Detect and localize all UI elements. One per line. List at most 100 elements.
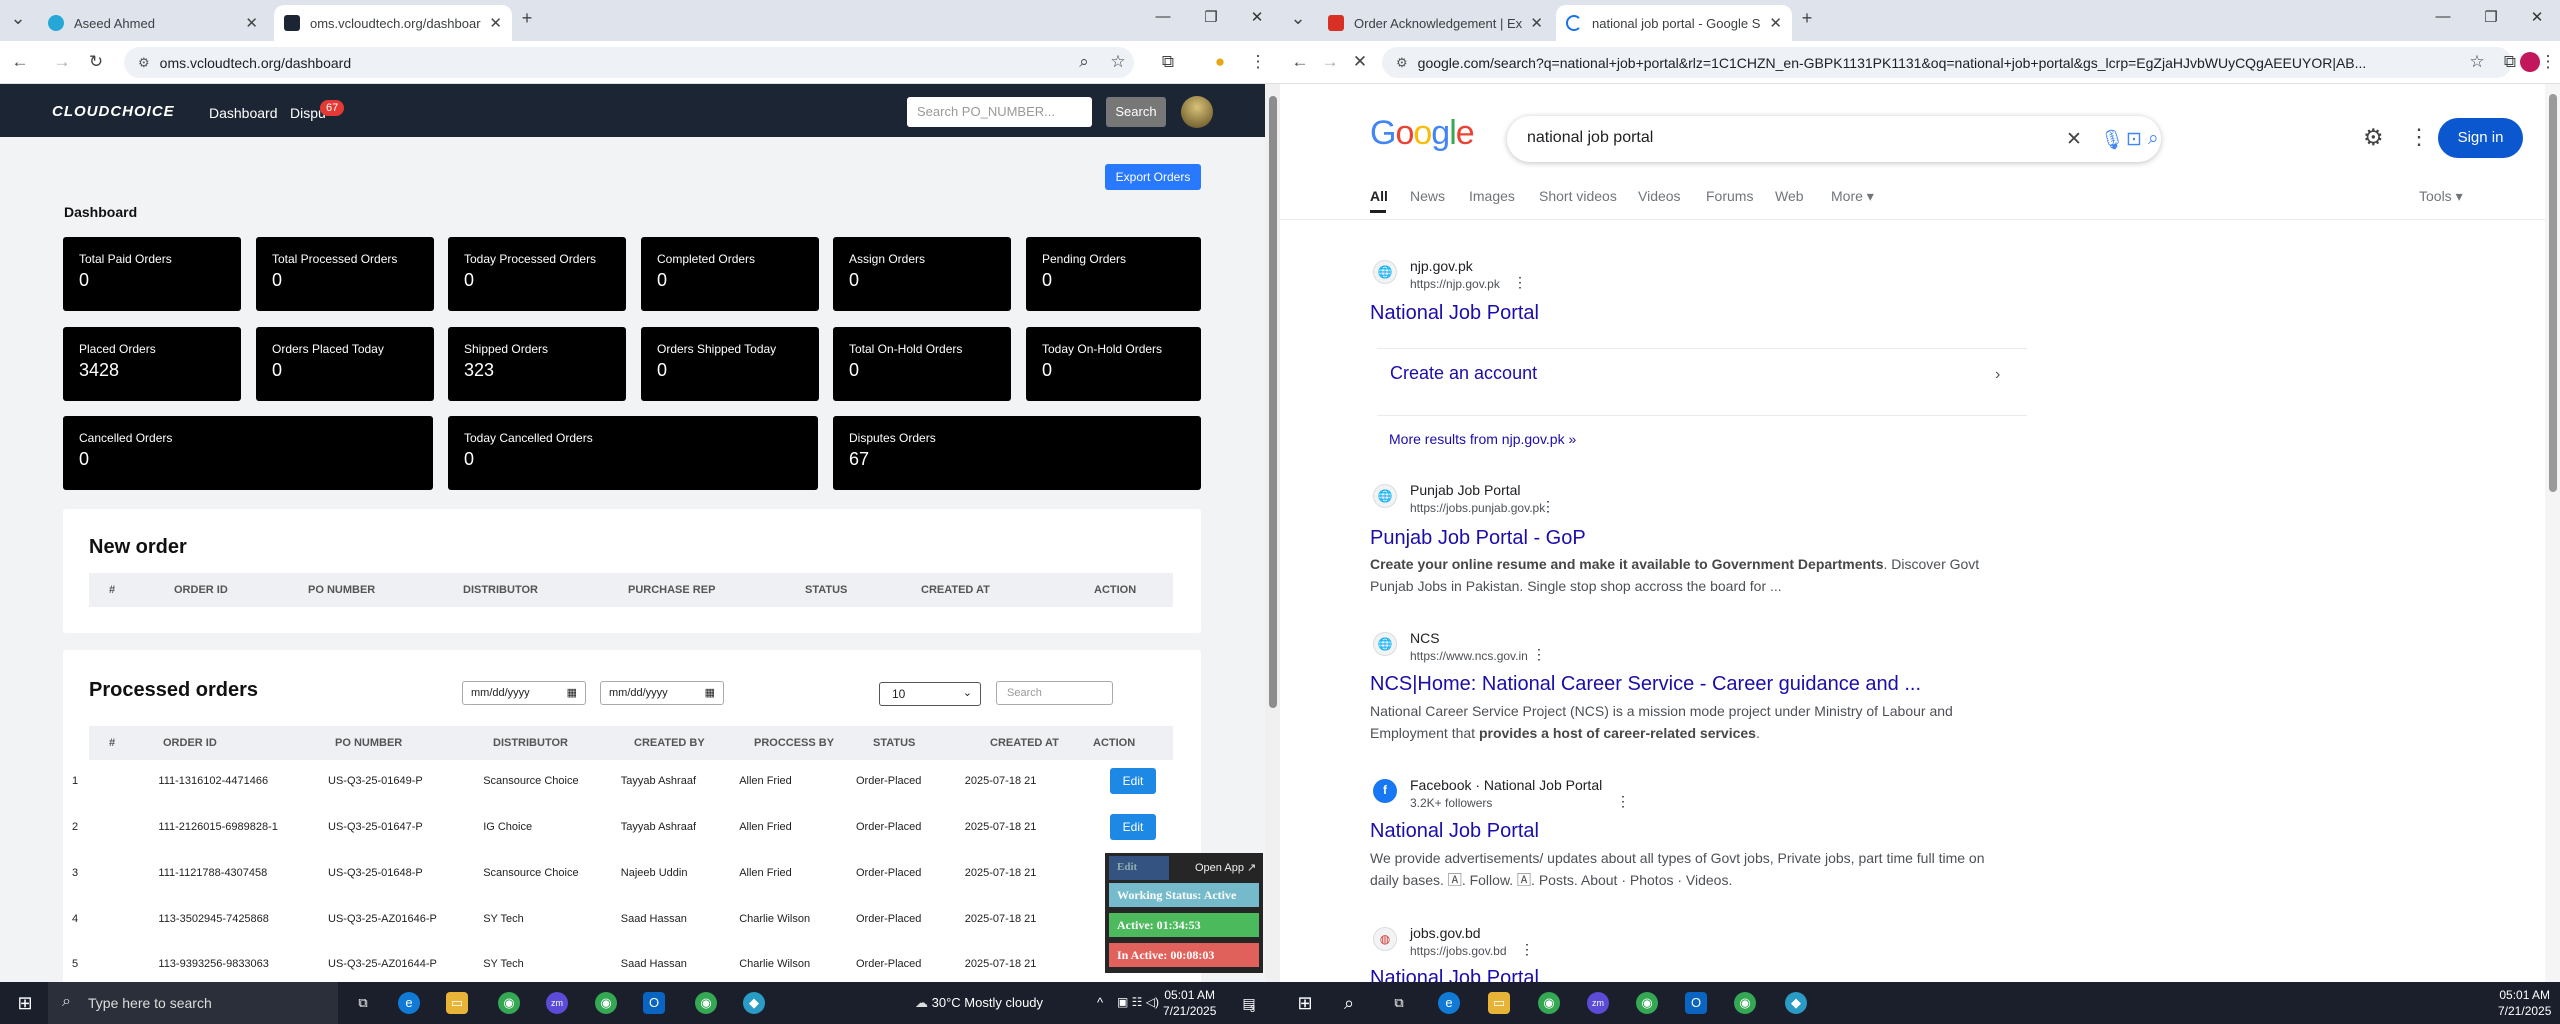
more-options-icon[interactable]: ⋮: [1520, 941, 1534, 958]
result-url[interactable]: https://jobs.punjab.gov.pk: [1410, 501, 1545, 515]
more-options-icon[interactable]: ⋮: [1513, 274, 1527, 291]
export-orders-button[interactable]: Export Orders: [1105, 164, 1201, 190]
tab-images[interactable]: Images: [1469, 188, 1515, 204]
reload-icon[interactable]: ↻: [84, 51, 108, 73]
clear-search-icon[interactable]: ✕: [2066, 128, 2082, 151]
windows-start-icon[interactable]: ⊞: [14, 992, 36, 1014]
settings-gear-icon[interactable]: ⚙: [2363, 124, 2384, 151]
notification-icon[interactable]: ▤: [1238, 992, 1260, 1014]
page-scrollbar[interactable]: [1265, 84, 1280, 982]
edge-icon[interactable]: e: [1438, 992, 1460, 1014]
back-arrow-icon[interactable]: ←: [8, 51, 32, 73]
zoom-search-icon[interactable]: ⌕: [1072, 51, 1096, 73]
edge-icon[interactable]: e: [398, 992, 420, 1014]
chrome-icon[interactable]: ◉: [1538, 992, 1560, 1014]
scrollbar-thumb[interactable]: [2549, 94, 2557, 492]
edit-button[interactable]: Edit: [1110, 768, 1156, 794]
taskbar-search-box[interactable]: ⌕ Type here to search: [48, 982, 338, 1024]
result-url[interactable]: https://www.ncs.gov.in: [1410, 649, 1528, 663]
tab-search-chevron-icon[interactable]: ⌄: [1286, 8, 1310, 29]
result-title-jobs-bd[interactable]: National Job Portal: [1370, 967, 1539, 982]
tools-menu[interactable]: Tools ▾: [2419, 188, 2463, 205]
calendar-icon[interactable]: ▦: [705, 686, 715, 699]
minimize-icon[interactable]: —: [1148, 8, 1178, 25]
tab-short-videos[interactable]: Short videos: [1539, 188, 1617, 204]
tab-web[interactable]: Web: [1775, 188, 1804, 204]
table-search-input[interactable]: Search: [996, 681, 1113, 705]
task-view-icon[interactable]: ⧉: [352, 992, 374, 1014]
google-search-box[interactable]: national job portal: [1507, 116, 2161, 162]
extensions-icon[interactable]: ⧉: [1156, 51, 1180, 73]
chrome-icon[interactable]: ◉: [1636, 992, 1658, 1014]
result-title-njp[interactable]: National Job Portal: [1370, 302, 1539, 325]
windows-start-icon[interactable]: ⊞: [1294, 992, 1316, 1014]
edit-button[interactable]: Edit: [1110, 814, 1156, 840]
file-explorer-icon[interactable]: ▭: [446, 992, 468, 1014]
more-options-icon[interactable]: ⋮: [1541, 498, 1555, 515]
close-tab-icon[interactable]: ✕: [245, 14, 258, 32]
tab-forums[interactable]: Forums: [1706, 188, 1753, 204]
bookmark-star-icon[interactable]: ☆: [1106, 51, 1130, 73]
tray-chevron-icon[interactable]: ^: [1097, 995, 1103, 1010]
stop-loading-icon[interactable]: ✕: [1348, 51, 1372, 73]
weather-widget[interactable]: ☁ 30°C Mostly cloudy: [915, 995, 1043, 1011]
google-logo[interactable]: Google: [1370, 114, 1475, 153]
chrome-icon[interactable]: ◉: [498, 992, 520, 1014]
site-info-icon[interactable]: ⚙: [1396, 55, 1408, 71]
tab-more[interactable]: More ▾: [1831, 188, 1874, 205]
minimize-icon[interactable]: —: [2428, 8, 2458, 25]
more-options-icon[interactable]: ⋮: [1616, 793, 1630, 810]
app-icon[interactable]: ◆: [1785, 992, 1807, 1014]
close-tab-icon[interactable]: ✕: [1530, 14, 1543, 32]
search-icon[interactable]: ⌕: [2148, 128, 2159, 150]
address-bar[interactable]: ⚙ google.com/search?q=national+job+porta…: [1382, 47, 2512, 78]
tray-icons[interactable]: ▣ ☷ ◁): [1117, 995, 1159, 1009]
tab-videos[interactable]: Videos: [1638, 188, 1681, 204]
page-size-select[interactable]: 10 ⌄: [879, 682, 981, 706]
result-title-ncs[interactable]: NCS|Home: National Career Service - Care…: [1370, 673, 1921, 696]
user-avatar[interactable]: [1181, 96, 1213, 128]
result-url[interactable]: https://jobs.gov.bd: [1410, 944, 1507, 958]
maximize-icon[interactable]: ❐: [1196, 8, 1226, 26]
back-arrow-icon[interactable]: ←: [1288, 51, 1312, 73]
sitelink-create-account[interactable]: Create an account: [1390, 363, 1537, 384]
menu-kebab-icon[interactable]: ⋮: [1246, 51, 1270, 73]
new-tab-plus-icon[interactable]: +: [1795, 8, 1819, 29]
forward-arrow-icon[interactable]: →: [1318, 51, 1342, 73]
tab-news[interactable]: News: [1410, 188, 1445, 204]
result-title-facebook[interactable]: National Job Portal: [1370, 820, 1539, 843]
more-results-link[interactable]: More results from njp.gov.pk »: [1389, 431, 1576, 447]
more-options-icon[interactable]: ⋮: [1532, 646, 1546, 663]
nav-dashboard-link[interactable]: Dashboard: [209, 105, 278, 121]
zoom-app-icon[interactable]: zm: [546, 992, 568, 1014]
clock[interactable]: 05:01 AM 7/21/2025: [1163, 987, 1216, 1019]
tab-all[interactable]: All: [1370, 188, 1388, 204]
app-icon[interactable]: ◆: [743, 992, 765, 1014]
cloudchoice-logo[interactable]: CLOUDCHOICE: [52, 103, 175, 120]
chrome-active-icon[interactable]: ◉: [1734, 992, 1756, 1014]
task-view-icon[interactable]: ⧉: [1388, 992, 1410, 1014]
maximize-icon[interactable]: ❐: [2476, 8, 2506, 26]
open-app-link[interactable]: Open App ↗: [1191, 856, 1261, 880]
chrome-active-icon[interactable]: ◉: [695, 992, 717, 1014]
from-date-input[interactable]: mm/dd/yyyy ▦: [462, 681, 586, 705]
po-search-input[interactable]: Search PO_NUMBER...: [907, 97, 1092, 127]
calendar-icon[interactable]: ▦: [567, 686, 577, 699]
bookmark-star-icon[interactable]: ☆: [2465, 51, 2489, 73]
page-scrollbar[interactable]: [2545, 84, 2560, 982]
extension-icon[interactable]: ●: [1208, 51, 1232, 73]
new-tab-plus-icon[interactable]: +: [515, 8, 539, 29]
chevron-right-icon[interactable]: ›: [1995, 366, 2000, 384]
forward-arrow-icon[interactable]: →: [50, 51, 74, 73]
close-window-icon[interactable]: ✕: [2522, 8, 2552, 26]
site-info-icon[interactable]: ⚙: [138, 55, 150, 71]
tab-google-search[interactable]: national job portal - Google Se ✕: [1556, 5, 1792, 41]
scrollbar-thumb[interactable]: [1269, 96, 1277, 708]
extensions-icon[interactable]: ⧉: [2498, 51, 2522, 73]
tab-order-acknowledgement[interactable]: Order Acknowledgement | Exe ✕: [1318, 5, 1553, 41]
tab-aseed-ahmed[interactable]: Aseed Ahmed ✕: [38, 5, 268, 41]
voice-search-icon[interactable]: 🎙: [2100, 128, 2124, 152]
outlook-icon[interactable]: O: [643, 992, 665, 1014]
to-date-input[interactable]: mm/dd/yyyy ▦: [600, 681, 724, 705]
clock[interactable]: 05:01 AM 7/21/2025: [2498, 987, 2551, 1019]
